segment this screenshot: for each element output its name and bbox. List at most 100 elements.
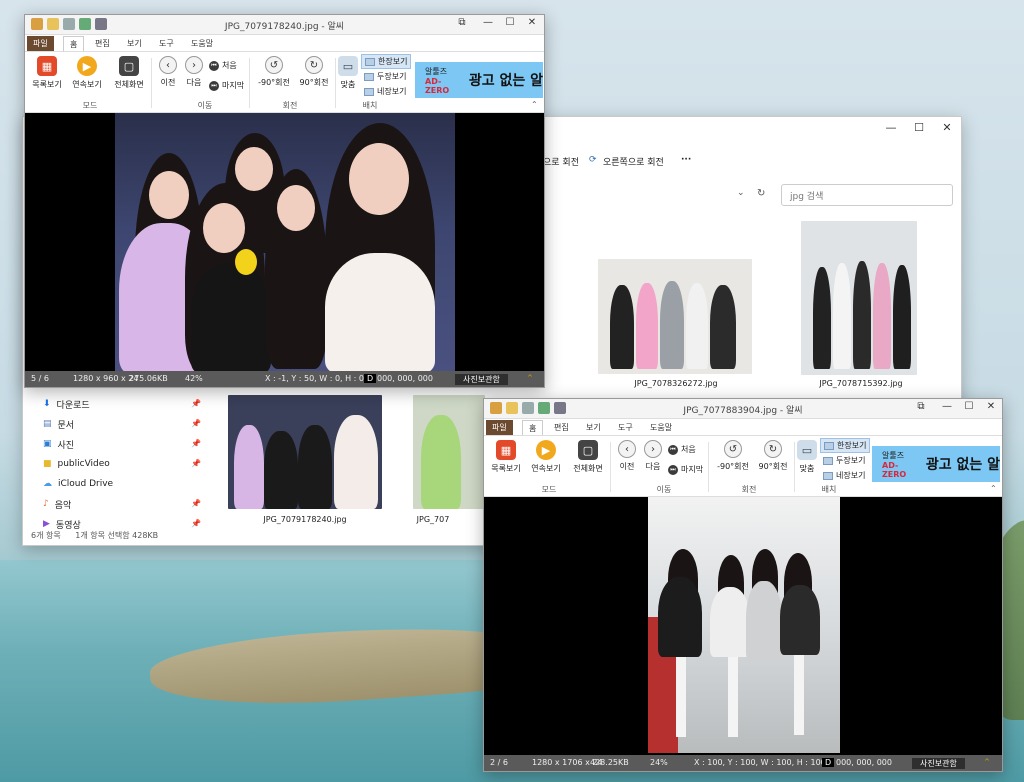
first-button[interactable]: ⏮ 처음 (209, 60, 237, 71)
single-view-icon (365, 57, 375, 66)
pin-icon[interactable]: 📌 (191, 399, 201, 408)
tab-home[interactable]: 홈 (522, 420, 544, 435)
minimize-icon[interactable]: — (936, 401, 958, 417)
file-size: 428.25KB (590, 758, 629, 767)
file-thumbnail-4[interactable] (413, 395, 485, 509)
slideshow-button[interactable]: ▶ 연속보기 (526, 440, 566, 474)
fit-button[interactable]: ▭ 맞춤 (794, 440, 820, 474)
group-label-move: 이동 (656, 485, 672, 494)
collapse-ribbon-icon[interactable]: ⌃ (990, 484, 997, 493)
restore-icon[interactable]: ⧉ (451, 17, 473, 33)
viewer-status-bar: 2 / 6 1280 x 1706 x 24 428.25KB 24% X : … (484, 755, 1002, 771)
sidebar-item-downloads[interactable]: ⬇ 다운로드 (43, 395, 90, 413)
fullscreen-button[interactable]: ▢ 전체화면 (568, 440, 608, 474)
rotate-right-button[interactable]: 오른쪽으로 회전 (603, 155, 664, 168)
sidebar-item-music[interactable]: ♪ 음악 (43, 495, 71, 513)
sidebar-item-publicvideo[interactable]: ■ publicVideo (43, 455, 110, 473)
minimize-icon[interactable]: — (878, 121, 904, 139)
tab-tools[interactable]: 도구 (612, 420, 639, 435)
double-view-option[interactable]: 두장보기 (361, 70, 409, 83)
chevron-down-icon[interactable]: ⌄ (737, 188, 745, 198)
rotate-right-button[interactable]: ↻ 90°회전 (752, 440, 794, 472)
single-view-icon (824, 441, 834, 450)
single-view-option[interactable]: 한장보기 (361, 54, 412, 69)
tab-edit[interactable]: 편집 (548, 420, 575, 435)
close-icon[interactable]: ✕ (521, 17, 543, 33)
sidebar-item-pictures[interactable]: ▣ 사진 (43, 435, 74, 453)
next-button[interactable]: › 다음 (636, 440, 670, 472)
last-icon: ⏭ (209, 80, 219, 91)
double-view-option[interactable]: 두장보기 (820, 454, 868, 467)
pin-icon[interactable]: 📌 (191, 459, 201, 468)
quad-view-option[interactable]: 네장보기 (361, 85, 409, 98)
ad-banner[interactable]: 알툴즈 AD-ZERO 광고 없는 알 (872, 446, 1000, 482)
rotate-left-icon: ↺ (265, 56, 283, 74)
close-icon[interactable]: ✕ (980, 401, 1002, 417)
viewer-status-bar: 5 / 6 1280 x 960 x 24 275.06KB 42% X : -… (25, 371, 544, 387)
ad-brand: 알툴즈 AD-ZERO (882, 450, 907, 479)
thumbnails-button[interactable]: ▦ 목록보기 (27, 56, 67, 90)
rotate-left-icon: ↺ (724, 440, 742, 458)
fullscreen-button[interactable]: ▢ 전체화면 (109, 56, 149, 90)
group-label-rotate: 회전 (741, 485, 757, 494)
tab-view[interactable]: 보기 (121, 36, 148, 51)
chevron-up-icon[interactable]: ^ (527, 374, 533, 382)
slideshow-button[interactable]: ▶ 연속보기 (67, 56, 107, 90)
search-input[interactable]: jpg 검색 (781, 184, 953, 206)
file-name[interactable]: JPG_7078326272.jpg (596, 379, 756, 388)
tab-help[interactable]: 도움말 (185, 36, 219, 51)
maximize-icon[interactable]: ☐ (906, 121, 932, 139)
sidebar-item-documents[interactable]: ▤ 문서 (43, 415, 74, 433)
zoom-level: 42% (185, 374, 203, 383)
tab-file[interactable]: 파일 (27, 36, 54, 51)
file-name[interactable]: JPG_7079178240.jpg (225, 515, 385, 524)
tab-tools[interactable]: 도구 (153, 36, 180, 51)
last-button[interactable]: ⏭ 마지막 (668, 464, 703, 475)
refresh-icon[interactable]: ↻ (757, 188, 765, 199)
quad-view-option[interactable]: 네장보기 (820, 469, 868, 482)
close-icon[interactable]: ✕ (934, 121, 960, 139)
pin-icon[interactable]: 📌 (191, 499, 201, 508)
tab-help[interactable]: 도움말 (644, 420, 678, 435)
file-thumbnail-3-selected[interactable] (228, 395, 382, 509)
file-name[interactable]: JPG_707 (393, 515, 473, 524)
group-label-move: 이동 (197, 101, 213, 110)
group-label-mode: 모드 (541, 485, 557, 494)
pin-icon[interactable]: 📌 (191, 439, 201, 448)
image-canvas[interactable] (25, 113, 544, 371)
photo-album-button[interactable]: 사진보관함 (912, 758, 965, 769)
minimize-icon[interactable]: — (477, 17, 499, 33)
collapse-ribbon-icon[interactable]: ⌃ (531, 100, 538, 109)
first-button[interactable]: ⏮ 처음 (668, 444, 696, 455)
rotate-left-button[interactable]: ↺ -90°회전 (712, 440, 754, 472)
file-thumbnail-2[interactable] (801, 221, 917, 375)
maximize-icon[interactable]: ☐ (958, 401, 980, 417)
fit-button[interactable]: ▭ 맞춤 (335, 56, 361, 90)
rotate-left-button[interactable]: ↺ -90°회전 (253, 56, 295, 88)
rotate-right-button[interactable]: ↻ 90°회전 (293, 56, 335, 88)
ad-banner[interactable]: 알툴즈 AD-ZERO 광고 없는 알 (415, 62, 543, 98)
download-icon: ⬇ (43, 399, 51, 409)
fullscreen-icon: ▢ (578, 440, 598, 460)
tab-edit[interactable]: 편집 (89, 36, 116, 51)
pin-icon[interactable]: 📌 (191, 419, 201, 428)
thumbnails-button[interactable]: ▦ 목록보기 (486, 440, 526, 474)
photo-album-button[interactable]: 사진보관함 (455, 374, 508, 385)
last-icon: ⏭ (668, 464, 678, 475)
next-button[interactable]: › 다음 (177, 56, 211, 88)
more-options-button[interactable]: ··· (681, 155, 691, 165)
file-name[interactable]: JPG_7078715392.jpg (781, 379, 941, 388)
pin-icon[interactable]: 📌 (191, 519, 201, 528)
rotate-left-button[interactable]: 으로 회전 (543, 155, 579, 168)
file-thumbnail-1[interactable] (598, 259, 752, 374)
last-button[interactable]: ⏭ 마지막 (209, 80, 244, 91)
maximize-icon[interactable]: ☐ (499, 17, 521, 33)
image-canvas[interactable] (484, 497, 1002, 755)
tab-view[interactable]: 보기 (580, 420, 607, 435)
tab-file[interactable]: 파일 (486, 420, 513, 435)
chevron-up-icon[interactable]: ^ (984, 758, 990, 766)
single-view-option[interactable]: 한장보기 (820, 438, 871, 453)
restore-icon[interactable]: ⧉ (910, 401, 932, 417)
tab-home[interactable]: 홈 (63, 36, 85, 51)
sidebar-item-icloud[interactable]: ☁ iCloud Drive (43, 475, 113, 493)
